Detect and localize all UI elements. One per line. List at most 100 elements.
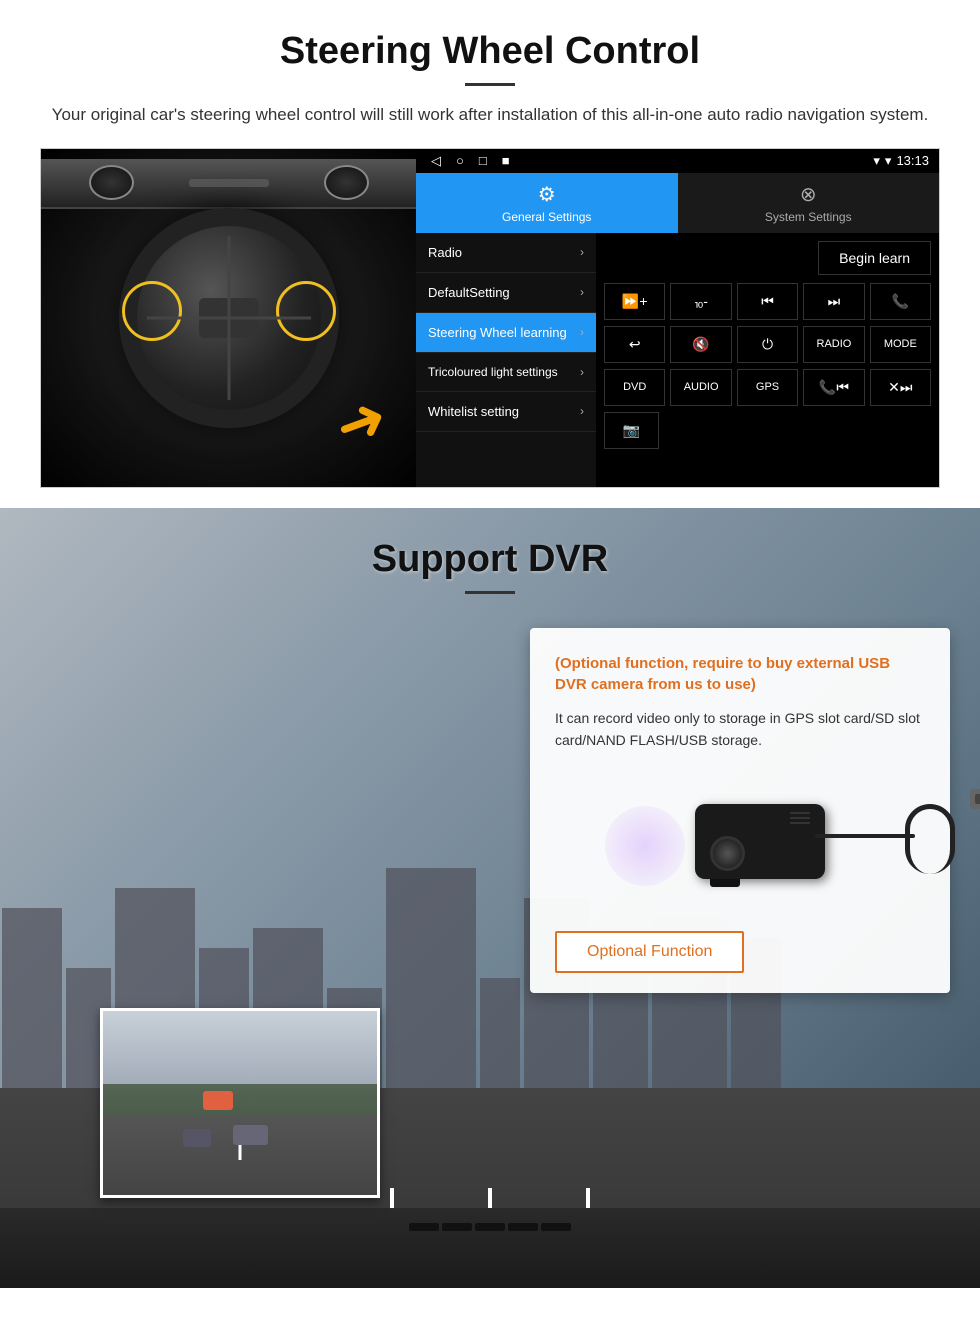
btn-mute[interactable]: 🔇 (670, 326, 731, 363)
vent-5 (541, 1223, 571, 1231)
vol-plus-icon: ⏩+ (622, 293, 648, 310)
tab-general-settings[interactable]: ⚙ General Settings (416, 173, 678, 233)
btn-vol-plus[interactable]: ⏩+ (604, 283, 665, 320)
optional-function-button[interactable]: Optional Function (555, 931, 744, 973)
steering-description: Your original car's steering wheel contr… (40, 102, 940, 128)
dvr-camera-illustration (555, 766, 925, 916)
ctrl-row-2: ↩ 🔇 ⏻ RADIO MODE (604, 326, 931, 363)
prev-track-icon: ⏮ (761, 293, 774, 310)
nav-icons: ◁ ○ □ ■ (426, 153, 868, 169)
btn-power[interactable]: ⏻ (737, 326, 798, 363)
vol-minus-icon: ⏨- (694, 293, 708, 310)
menu-steering-label: Steering Wheel learning (428, 325, 567, 340)
menu-item-steering-wheel-learning[interactable]: Steering Wheel learning › (416, 313, 596, 353)
camera-switch-icon: 📷 (623, 422, 640, 439)
status-time: 13:13 (896, 153, 929, 168)
android-content: Radio › DefaultSetting › Steering Wheel … (416, 233, 939, 487)
btn-camera-switch[interactable]: 📷 (604, 412, 659, 449)
audio-label-icon: AUDIO (684, 381, 719, 393)
ctrl-row-4: 📷 (604, 412, 931, 449)
android-panel: ◁ ○ □ ■ ▾ ▾ 13:13 ⚙ General Settings ⊗ S… (416, 149, 939, 487)
sw-left-controls-highlight (122, 281, 182, 341)
home-icon: ○ (456, 153, 464, 169)
camera-assembly (695, 804, 825, 879)
btn-phone[interactable]: 📞 (870, 283, 931, 320)
menu-radio-label: Radio (428, 245, 462, 260)
steering-title: Steering Wheel Control (40, 30, 940, 73)
menu-item-defaultsetting[interactable]: DefaultSetting › (416, 273, 596, 313)
speedo-bar (189, 179, 269, 187)
back-icon: ◁ (431, 153, 441, 169)
vent-b (790, 817, 810, 819)
dashboard-vents (409, 1223, 571, 1231)
chevron-icon-default: › (580, 285, 584, 299)
btn-phone-prev[interactable]: 📞⏮ (803, 369, 864, 406)
btn-radio[interactable]: RADIO (803, 326, 864, 363)
btn-next-track[interactable]: ⏭ (803, 283, 864, 320)
chevron-icon-whitelist: › (580, 404, 584, 418)
dvr-title: Support DVR (0, 538, 980, 581)
dvr-screenshot-inner (103, 1011, 377, 1195)
dvr-info-card: (Optional function, require to buy exter… (530, 628, 950, 994)
usb-port (975, 794, 980, 804)
car-dashboard-strip (0, 1208, 980, 1288)
btn-dvd[interactable]: DVD (604, 369, 665, 406)
power-icon: ⏻ (762, 336, 773, 353)
signal-icon: ▾ (885, 153, 892, 169)
menu-item-radio[interactable]: Radio › (416, 233, 596, 273)
camera-vents (790, 812, 810, 824)
btn-gps[interactable]: GPS (737, 369, 798, 406)
building-1 (2, 908, 62, 1088)
tab-general-label: General Settings (502, 210, 591, 224)
begin-learn-row: Begin learn (604, 241, 931, 275)
camera-main-body (695, 804, 825, 879)
sw-right-controls-highlight (276, 281, 336, 341)
system-icon: ⊗ (800, 182, 817, 207)
radio-label-icon: RADIO (817, 338, 852, 350)
btn-hangup[interactable]: ↩ (604, 326, 665, 363)
btn-mode[interactable]: MODE (870, 326, 931, 363)
steering-section: Steering Wheel Control Your original car… (0, 0, 980, 508)
pointing-arrow: ➜ (325, 380, 396, 463)
recent-icon: □ (479, 153, 487, 169)
btn-prev-track[interactable]: ⏮ (737, 283, 798, 320)
tab-system-label: System Settings (765, 210, 852, 224)
gauge-right (324, 165, 369, 200)
btn-vol-minus[interactable]: ⏨- (670, 283, 731, 320)
menu-item-whitelist[interactable]: Whitelist setting › (416, 392, 596, 432)
gauge-left (89, 165, 134, 200)
usb-connector (970, 789, 980, 809)
dvd-label-icon: DVD (623, 381, 646, 393)
android-tabs: ⚙ General Settings ⊗ System Settings (416, 173, 939, 233)
menu-item-tricoloured[interactable]: Tricoloured light settings › (416, 353, 596, 392)
steering-demo-area: ➜ ◁ ○ □ ■ ▾ ▾ 13:13 ⚙ General (40, 148, 940, 488)
mini-car-3 (203, 1091, 233, 1110)
ctrl-row-3: DVD AUDIO GPS 📞⏮ ✕⏭ (604, 369, 931, 406)
next-track-icon: ⏭ (828, 293, 841, 310)
steering-photo: ➜ (41, 149, 416, 487)
title-divider (465, 83, 515, 86)
btn-close-next[interactable]: ✕⏭ (870, 369, 931, 406)
camera-cable-coil (905, 804, 955, 874)
steering-wheel (119, 208, 339, 428)
dvr-title-divider (465, 591, 515, 594)
vent-2 (442, 1223, 472, 1231)
close-next-icon: ✕⏭ (888, 379, 912, 396)
android-statusbar: ◁ ○ □ ■ ▾ ▾ 13:13 (416, 149, 939, 173)
tab-system-settings[interactable]: ⊗ System Settings (678, 173, 940, 233)
hangup-icon: ↩ (629, 336, 641, 353)
btn-audio[interactable]: AUDIO (670, 369, 731, 406)
dvr-card-body: It can record video only to storage in G… (555, 707, 925, 752)
menu-tricoloured-label: Tricoloured light settings (428, 365, 558, 379)
mute-icon: 🔇 (692, 336, 709, 353)
menu-panel: Radio › DefaultSetting › Steering Wheel … (416, 233, 596, 487)
chevron-icon-steering: › (580, 325, 584, 339)
dvr-title-area: Support DVR (0, 508, 980, 594)
menu-whitelist-label: Whitelist setting (428, 404, 519, 419)
begin-learn-button[interactable]: Begin learn (818, 241, 931, 275)
building-7 (386, 868, 476, 1088)
camera-glow (605, 806, 685, 886)
dvr-section: Support DVR (Optional function, require … (0, 508, 980, 1288)
controls-panel: Begin learn ⏩+ ⏨- ⏮ ⏭ 📞 ↩ 🔇 ⏻ (596, 233, 939, 487)
camera-icon: ■ (502, 153, 510, 169)
